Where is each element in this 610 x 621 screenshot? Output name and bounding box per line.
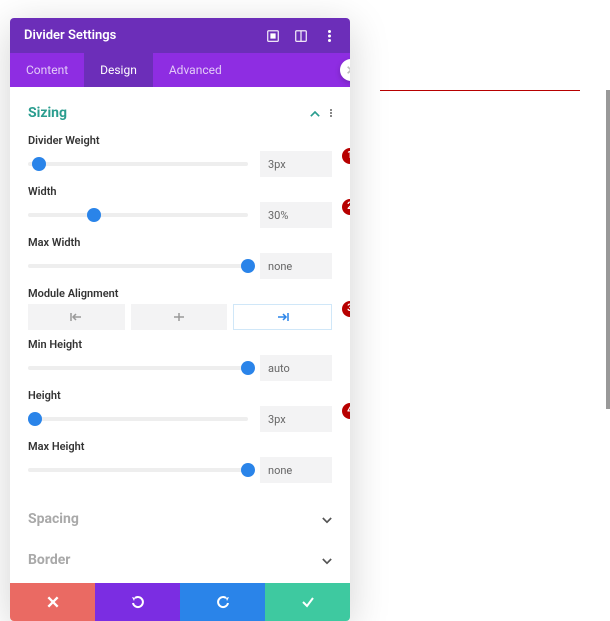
slider-min-height[interactable]: [28, 355, 248, 381]
label-min-height: Min Height: [28, 338, 332, 351]
annotation-badge-2: 2: [342, 199, 350, 215]
save-button[interactable]: [265, 583, 350, 621]
input-min-height[interactable]: [260, 355, 332, 381]
input-divider-weight[interactable]: [260, 151, 332, 177]
expand-icon[interactable]: [266, 29, 280, 43]
label-width: Width: [28, 185, 332, 198]
control-min-height: Min Height: [28, 338, 332, 381]
annotation-badge-3: 3: [342, 301, 350, 317]
slider-height[interactable]: [28, 406, 248, 432]
chevron-up-icon: [310, 103, 320, 122]
chevron-down-icon: [322, 550, 332, 569]
section-border-header[interactable]: Border: [28, 532, 332, 573]
slider-width[interactable]: [28, 202, 248, 228]
section-border-title: Border: [28, 552, 70, 568]
section-spacing-title: Spacing: [28, 511, 79, 527]
tab-advanced[interactable]: Advanced: [153, 53, 238, 87]
input-height[interactable]: [260, 406, 332, 432]
tab-design[interactable]: Design: [84, 53, 153, 87]
tab-content[interactable]: Content: [10, 53, 84, 87]
settings-panel: Divider Settings Content Design Advanced…: [10, 18, 350, 621]
align-left-button[interactable]: [28, 304, 125, 330]
panel-title: Divider Settings: [24, 28, 116, 43]
input-max-height[interactable]: [260, 457, 332, 483]
section-spacing-header[interactable]: Spacing: [28, 491, 332, 532]
label-max-height: Max Height: [28, 440, 332, 453]
align-center-button[interactable]: [131, 304, 228, 330]
slider-max-width[interactable]: [28, 253, 248, 279]
chevron-down-icon: [322, 509, 332, 528]
undo-button[interactable]: [95, 583, 180, 621]
panel-footer: [10, 583, 350, 621]
annotation-badge-1: 1: [342, 148, 350, 164]
close-icon[interactable]: [340, 59, 350, 81]
control-divider-weight: Divider Weight 1: [28, 134, 332, 177]
control-width: Width 2: [28, 185, 332, 228]
header-actions: [266, 29, 336, 43]
label-module-alignment: Module Alignment: [28, 287, 332, 300]
tab-bar: Content Design Advanced: [10, 53, 350, 87]
control-height: Height 4: [28, 389, 332, 432]
layout-icon[interactable]: [294, 29, 308, 43]
more-icon[interactable]: [330, 109, 332, 117]
align-right-button[interactable]: [233, 304, 332, 330]
label-height: Height: [28, 389, 332, 402]
slider-divider-weight[interactable]: [28, 151, 248, 177]
input-width[interactable]: [260, 202, 332, 228]
section-sizing-title: Sizing: [28, 105, 67, 121]
input-max-width[interactable]: [260, 253, 332, 279]
control-max-height: Max Height: [28, 440, 332, 483]
control-module-alignment: Module Alignment 3: [28, 287, 332, 330]
slider-max-height[interactable]: [28, 457, 248, 483]
label-max-width: Max Width: [28, 236, 332, 249]
panel-body: Sizing Divider Weight 1 Width: [10, 87, 350, 583]
panel-header: Divider Settings: [10, 18, 350, 53]
divider-preview: [380, 90, 580, 91]
redo-button[interactable]: [180, 583, 265, 621]
annotation-badge-4: 4: [342, 403, 350, 419]
label-divider-weight: Divider Weight: [28, 134, 332, 147]
more-icon[interactable]: [322, 29, 336, 43]
control-max-width: Max Width: [28, 236, 332, 279]
section-sizing-header[interactable]: Sizing: [28, 93, 332, 128]
cancel-button[interactable]: [10, 583, 95, 621]
